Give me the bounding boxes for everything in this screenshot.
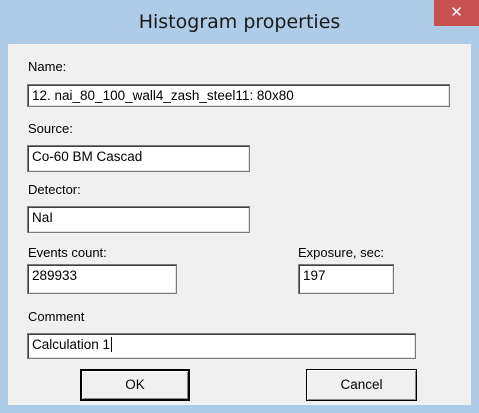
detector-field[interactable]: NaI [27,206,250,233]
close-icon: ✕ [450,3,463,21]
comment-text: Calculation 1 [32,337,111,352]
window-frame-left [0,44,8,413]
events-count-field[interactable]: 289933 [27,264,177,294]
cancel-button[interactable]: Cancel [306,369,417,401]
histogram-properties-dialog: Histogram properties ✕ Name: 12. nai_80_… [0,0,479,413]
comment-field[interactable]: Calculation 1 [27,333,416,359]
name-field[interactable]: 12. nai_80_100_wall4_zash_steel11: 80x80 [27,84,450,107]
exposure-label: Exposure, sec: [298,245,384,260]
text-caret [111,337,113,352]
source-field[interactable]: Co-60 BM Cascad [27,145,250,172]
detector-label: Detector: [28,182,81,197]
events-count-label: Events count: [28,245,107,260]
title-bar[interactable]: Histogram properties ✕ [0,0,479,44]
window-frame-right [471,44,479,413]
name-label: Name: [28,59,67,74]
dialog-title: Histogram properties [138,11,341,33]
close-button[interactable]: ✕ [434,0,479,26]
source-label: Source: [28,121,73,136]
comment-label: Comment [28,309,85,324]
ok-button[interactable]: OK [80,369,190,401]
exposure-field[interactable]: 197 [298,264,394,294]
window-frame-bottom [0,405,479,413]
